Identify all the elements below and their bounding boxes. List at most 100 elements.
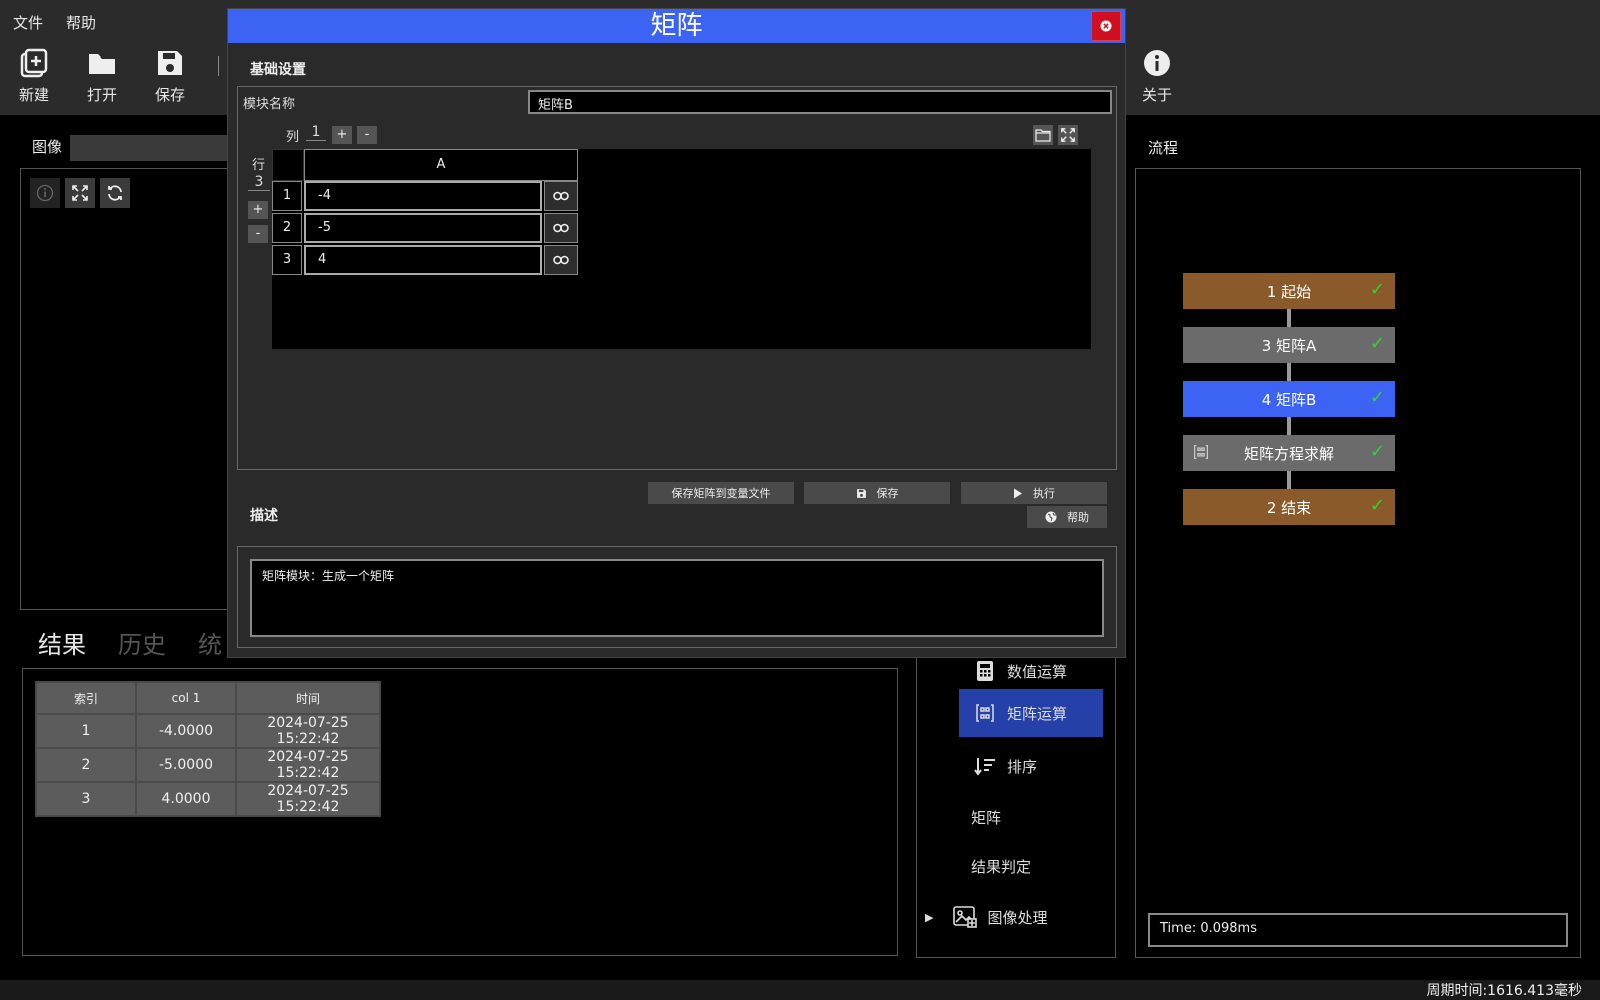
save-button[interactable]: 保存 bbox=[150, 48, 190, 105]
flow-node-matrix-solve[interactable]: 矩阵方程求解 ✓ bbox=[1183, 435, 1395, 471]
module-label: 排序 bbox=[1007, 757, 1038, 776]
table-cell: -4.0000 bbox=[135, 713, 237, 749]
table-cell: 1 bbox=[35, 713, 137, 749]
save-label: 保存 bbox=[154, 86, 185, 104]
link-icon bbox=[553, 255, 569, 265]
table-cell: 2 bbox=[35, 747, 137, 783]
matrix-cell-input[interactable]: 4 bbox=[304, 245, 542, 275]
check-icon: ✓ bbox=[1369, 279, 1385, 300]
flow-node-label: 2 结束 bbox=[1266, 498, 1312, 517]
image-panel bbox=[20, 168, 232, 610]
check-icon: ✓ bbox=[1369, 333, 1385, 354]
flow-node-label: 矩阵方程求解 bbox=[1243, 444, 1334, 463]
about-button[interactable]: 关于 bbox=[1137, 48, 1177, 105]
status-bar bbox=[0, 980, 1600, 1000]
tab-history[interactable]: 历史 bbox=[118, 625, 166, 660]
menu-file[interactable]: 文件 bbox=[13, 12, 43, 33]
open-matrix-file-button[interactable] bbox=[1033, 125, 1053, 145]
tab-statistics[interactable]: 统 bbox=[198, 625, 222, 660]
table-cell: 2024-07-25 15:22:42 bbox=[235, 747, 381, 783]
row-index: 1 bbox=[272, 181, 302, 211]
module-name-input[interactable]: 矩阵B bbox=[528, 90, 1112, 114]
table-row[interactable]: 2 -5.0000 2024-07-25 15:22:42 bbox=[35, 747, 381, 783]
tab-results[interactable]: 结果 bbox=[38, 625, 86, 660]
close-button[interactable] bbox=[1091, 11, 1121, 41]
module-matrix[interactable]: 矩阵 bbox=[959, 793, 1103, 841]
module-label: 矩阵运算 bbox=[1007, 704, 1068, 723]
matrix-cell-input[interactable]: -4 bbox=[304, 181, 542, 211]
table-cell: 4.0000 bbox=[135, 781, 237, 817]
save-to-variable-file-button[interactable]: 保存矩阵到变量文件 bbox=[648, 482, 794, 504]
dialog-save-button[interactable]: 保存 bbox=[804, 482, 950, 504]
module-matrix-ops[interactable]: 矩阵运算 bbox=[959, 689, 1103, 737]
expand-arrow-icon[interactable]: ▶ bbox=[925, 911, 933, 924]
module-list-panel: 数值运算 矩阵运算 排序 矩阵 结果判定 ▶ 图像处理 bbox=[916, 640, 1116, 958]
flow-node-end[interactable]: 2 结束 ✓ bbox=[1183, 489, 1395, 525]
expand-icon bbox=[1061, 128, 1075, 142]
table-row[interactable]: 3 4.0000 2024-07-25 15:22:42 bbox=[35, 781, 381, 817]
row-index: 3 bbox=[272, 245, 302, 275]
column-header: col 1 bbox=[135, 681, 237, 715]
new-file-icon bbox=[20, 48, 48, 78]
button-label: 保存矩阵到变量文件 bbox=[671, 487, 771, 500]
expand-matrix-button[interactable] bbox=[1058, 125, 1078, 145]
close-icon bbox=[1100, 20, 1112, 32]
table-cell: 2024-07-25 15:22:42 bbox=[235, 713, 381, 749]
description-textarea[interactable]: 矩阵模块：生成一个矩阵 bbox=[250, 559, 1104, 637]
column-count-input[interactable]: 1 bbox=[306, 124, 326, 141]
description-box: 矩阵模块：生成一个矩阵 bbox=[237, 546, 1117, 648]
link-icon bbox=[553, 223, 569, 233]
link-variable-button[interactable] bbox=[544, 181, 578, 211]
matrix-icon bbox=[1193, 444, 1209, 464]
table-row[interactable]: 1 -4.0000 2024-07-25 15:22:42 bbox=[35, 713, 381, 749]
matrix-cell-input[interactable]: -5 bbox=[304, 213, 542, 243]
open-button[interactable]: 打开 bbox=[82, 48, 122, 105]
image-path-bar[interactable] bbox=[70, 135, 230, 161]
basic-settings-title: 基础设置 bbox=[250, 62, 306, 78]
column-header: 索引 bbox=[35, 681, 137, 715]
flow-node-label: 3 矩阵A bbox=[1261, 336, 1317, 355]
about-label: 关于 bbox=[1141, 86, 1172, 104]
flow-node-matrix-b[interactable]: 4 矩阵B ✓ bbox=[1183, 381, 1395, 417]
row-index: 2 bbox=[272, 213, 302, 243]
row-count-input[interactable]: 3 bbox=[248, 174, 270, 191]
folder-outline-icon bbox=[1035, 129, 1051, 142]
button-label: 保存 bbox=[876, 487, 899, 500]
new-label: 新建 bbox=[18, 86, 49, 104]
save-icon bbox=[158, 51, 182, 75]
flow-node-start[interactable]: 1 起始 ✓ bbox=[1183, 273, 1395, 309]
cycle-time: 周期时间:1616.413毫秒 bbox=[1426, 983, 1582, 999]
flow-connector bbox=[1287, 309, 1291, 327]
remove-row-button[interactable]: - bbox=[248, 225, 268, 243]
new-button[interactable]: 新建 bbox=[14, 48, 54, 105]
column-header-a[interactable]: A bbox=[304, 149, 578, 181]
add-column-button[interactable]: + bbox=[332, 126, 352, 144]
image-info-button[interactable] bbox=[30, 178, 60, 208]
matrix-dialog: 矩阵 基础设置 模块名称 矩阵B 列 1 + - 行 3 + - A 1 -4 bbox=[227, 8, 1126, 658]
calculator-icon bbox=[971, 660, 999, 682]
flow-node-label: 1 起始 bbox=[1266, 282, 1312, 301]
remove-column-button[interactable]: - bbox=[357, 126, 377, 144]
link-variable-button[interactable] bbox=[544, 213, 578, 243]
folder-icon bbox=[89, 54, 115, 74]
module-label: 结果判定 bbox=[971, 857, 1032, 876]
dialog-title[interactable]: 矩阵 bbox=[228, 9, 1125, 43]
link-variable-button[interactable] bbox=[544, 245, 578, 275]
check-icon: ✓ bbox=[1369, 441, 1385, 462]
image-fit-button[interactable] bbox=[65, 178, 95, 208]
image-refresh-button[interactable] bbox=[100, 178, 130, 208]
info-icon bbox=[1144, 50, 1170, 76]
description-title: 描述 bbox=[250, 508, 278, 524]
expand-icon bbox=[72, 185, 88, 201]
module-result-judge[interactable]: 结果判定 bbox=[959, 842, 1103, 890]
menu-help[interactable]: 帮助 bbox=[66, 12, 96, 33]
add-row-button[interactable]: + bbox=[248, 201, 268, 219]
help-button[interactable]: 帮助 bbox=[1027, 506, 1107, 528]
flow-node-matrix-a[interactable]: 3 矩阵A ✓ bbox=[1183, 327, 1395, 363]
module-image-processing[interactable]: ▶ 图像处理 bbox=[925, 893, 1115, 941]
module-sort[interactable]: 排序 bbox=[959, 742, 1103, 790]
flow-connector bbox=[1287, 363, 1291, 381]
run-button[interactable]: 执行 bbox=[961, 482, 1107, 504]
grid-corner bbox=[272, 149, 304, 181]
column-header: 时间 bbox=[235, 681, 381, 715]
